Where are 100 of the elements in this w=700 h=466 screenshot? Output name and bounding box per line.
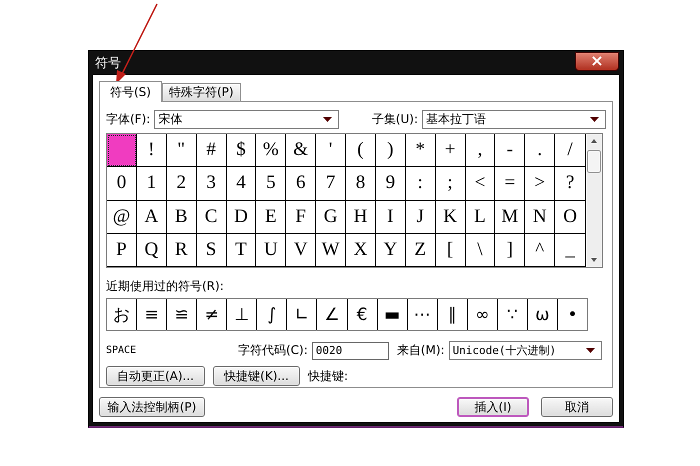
symbol-cell[interactable]: * [406,134,436,168]
symbol-cell[interactable]: ? [555,167,585,200]
tab[interactable]: 特殊字符(P) [162,83,241,101]
symbol-cell[interactable]: S [196,234,226,267]
symbol-cell[interactable]: : [406,167,436,200]
symbol-cell[interactable]: & [286,134,316,168]
recent-symbol-cell[interactable]: ∞ [468,299,498,330]
symbol-cell[interactable]: $ [226,134,256,168]
shortcut-key-button[interactable]: 快捷键(K)... [213,366,300,386]
symbol-cell[interactable]: Y [376,234,406,267]
recent-symbol-cell[interactable]: € [348,299,378,330]
recent-symbol-cell[interactable]: ∠ [317,299,348,330]
symbol-cell[interactable]: ; [436,167,466,200]
symbol-cell[interactable]: . [525,134,556,168]
recent-symbol-cell[interactable]: ∫ [257,299,288,330]
symbol-cell[interactable]: ^ [525,234,556,267]
symbol-cell[interactable]: _ [555,234,585,267]
symbol-cell[interactable]: , [466,134,496,168]
symbol-cell[interactable]: 9 [376,167,406,200]
symbol-cell[interactable]: M [495,200,526,234]
symbol-cell[interactable]: < [466,167,496,200]
symbol-cell[interactable]: 3 [196,167,226,200]
symbol-cell[interactable]: L [466,200,496,234]
recent-symbol-cell[interactable]: ≠ [197,299,228,330]
symbol-cell[interactable]: A [136,200,167,234]
close-button[interactable]: × [575,52,619,70]
symbol-cell[interactable]: [ [436,234,466,267]
symbol-cell[interactable]: / [555,134,585,168]
recent-symbol-cell[interactable]: ⊥ [227,299,258,330]
symbol-cell[interactable]: W [316,234,346,267]
symbol-cell[interactable]: 4 [226,167,256,200]
symbol-cell[interactable]: ' [316,134,346,168]
symbol-cell[interactable]: U [256,234,286,267]
symbol-cell[interactable]: D [226,200,256,234]
symbol-cell[interactable]: V [286,234,316,267]
recent-symbol-cell[interactable]: ∥ [438,299,468,330]
symbol-cell[interactable]: ] [495,234,526,267]
insert-button[interactable]: 插入(I) [457,397,529,417]
font-dropdown[interactable]: 宋体 [154,110,340,129]
symbol-cell[interactable]: F [286,200,316,234]
caret-icon [586,348,595,353]
recent-symbol-cell[interactable]: ⋯ [408,299,438,330]
recent-symbol-cell[interactable]: ∵ [498,299,528,330]
symbol-cell[interactable]: K [436,200,466,234]
symbol-cell[interactable]: 0 [107,167,137,200]
font-label: 字体(F): [106,111,150,128]
symbol-cell[interactable]: \ [466,234,496,267]
symbol-cell[interactable]: H [346,200,376,234]
caret-icon [590,117,599,122]
symbol-cell[interactable]: R [166,234,197,267]
symbol-cell[interactable]: 7 [316,167,346,200]
symbol-cell[interactable]: = [495,167,526,200]
symbol-cell[interactable]: @ [107,200,137,234]
tab[interactable]: 符号(S) [99,81,162,102]
from-label: 来自(M): [396,342,445,359]
symbol-cell[interactable]: B [166,200,197,234]
symbol-cell[interactable]: + [436,134,466,168]
autocorrect-button[interactable]: 自动更正(A)... [106,366,205,386]
subset-dropdown[interactable]: 基本拉丁语 [422,110,606,129]
symbol-cell[interactable] [107,134,137,168]
symbol-cell[interactable]: " [166,134,197,168]
recent-symbol-cell[interactable]: ∟ [287,299,318,330]
recent-symbol-cell[interactable]: ▬ [378,299,408,330]
window-title: 符号 [94,55,121,72]
symbol-cell[interactable]: - [495,134,526,168]
recent-symbol-cell[interactable]: ≡ [137,299,168,330]
symbol-cell[interactable]: ) [376,134,406,168]
character-code-label: 字符代码(C): [238,342,308,359]
scrollbar[interactable] [586,134,602,267]
symbol-cell[interactable]: N [525,200,556,234]
symbol-cell[interactable]: 6 [286,167,316,200]
symbol-cell[interactable]: 2 [166,167,197,200]
symbol-cell[interactable]: I [376,200,406,234]
symbol-cell[interactable]: C [196,200,226,234]
symbol-cell[interactable]: ! [136,134,167,168]
recent-symbol-cell[interactable]: ω [528,299,558,330]
symbol-cell[interactable]: J [406,200,436,234]
symbol-cell[interactable]: O [555,200,585,234]
symbol-cell[interactable]: 5 [256,167,286,200]
symbol-cell[interactable]: Q [136,234,167,267]
symbol-cell[interactable]: Z [406,234,436,267]
symbol-cell[interactable]: T [226,234,256,267]
symbol-cell[interactable]: P [107,234,137,267]
symbol-cell[interactable]: 1 [136,167,167,200]
recent-symbols-label: 近期使用过的符号(R): [106,278,225,295]
ime-control-button[interactable]: 输入法控制柄(P) [99,397,205,417]
cancel-button[interactable]: 取消 [541,397,613,417]
symbol-cell[interactable]: G [316,200,346,234]
symbol-cell[interactable]: ( [346,134,376,168]
recent-symbol-cell[interactable]: ≌ [167,299,198,330]
symbol-cell[interactable]: X [346,234,376,267]
symbol-cell[interactable]: 8 [346,167,376,200]
recent-symbol-cell[interactable]: • [558,299,587,330]
symbol-cell[interactable]: > [525,167,556,200]
character-code-field[interactable]: 0020 [312,342,389,360]
recent-symbol-cell[interactable]: お [107,299,138,330]
from-dropdown[interactable]: Unicode(十六进制) [448,341,602,360]
symbol-cell[interactable]: # [196,134,226,168]
symbol-cell[interactable]: E [256,200,286,234]
symbol-cell[interactable]: % [256,134,286,168]
